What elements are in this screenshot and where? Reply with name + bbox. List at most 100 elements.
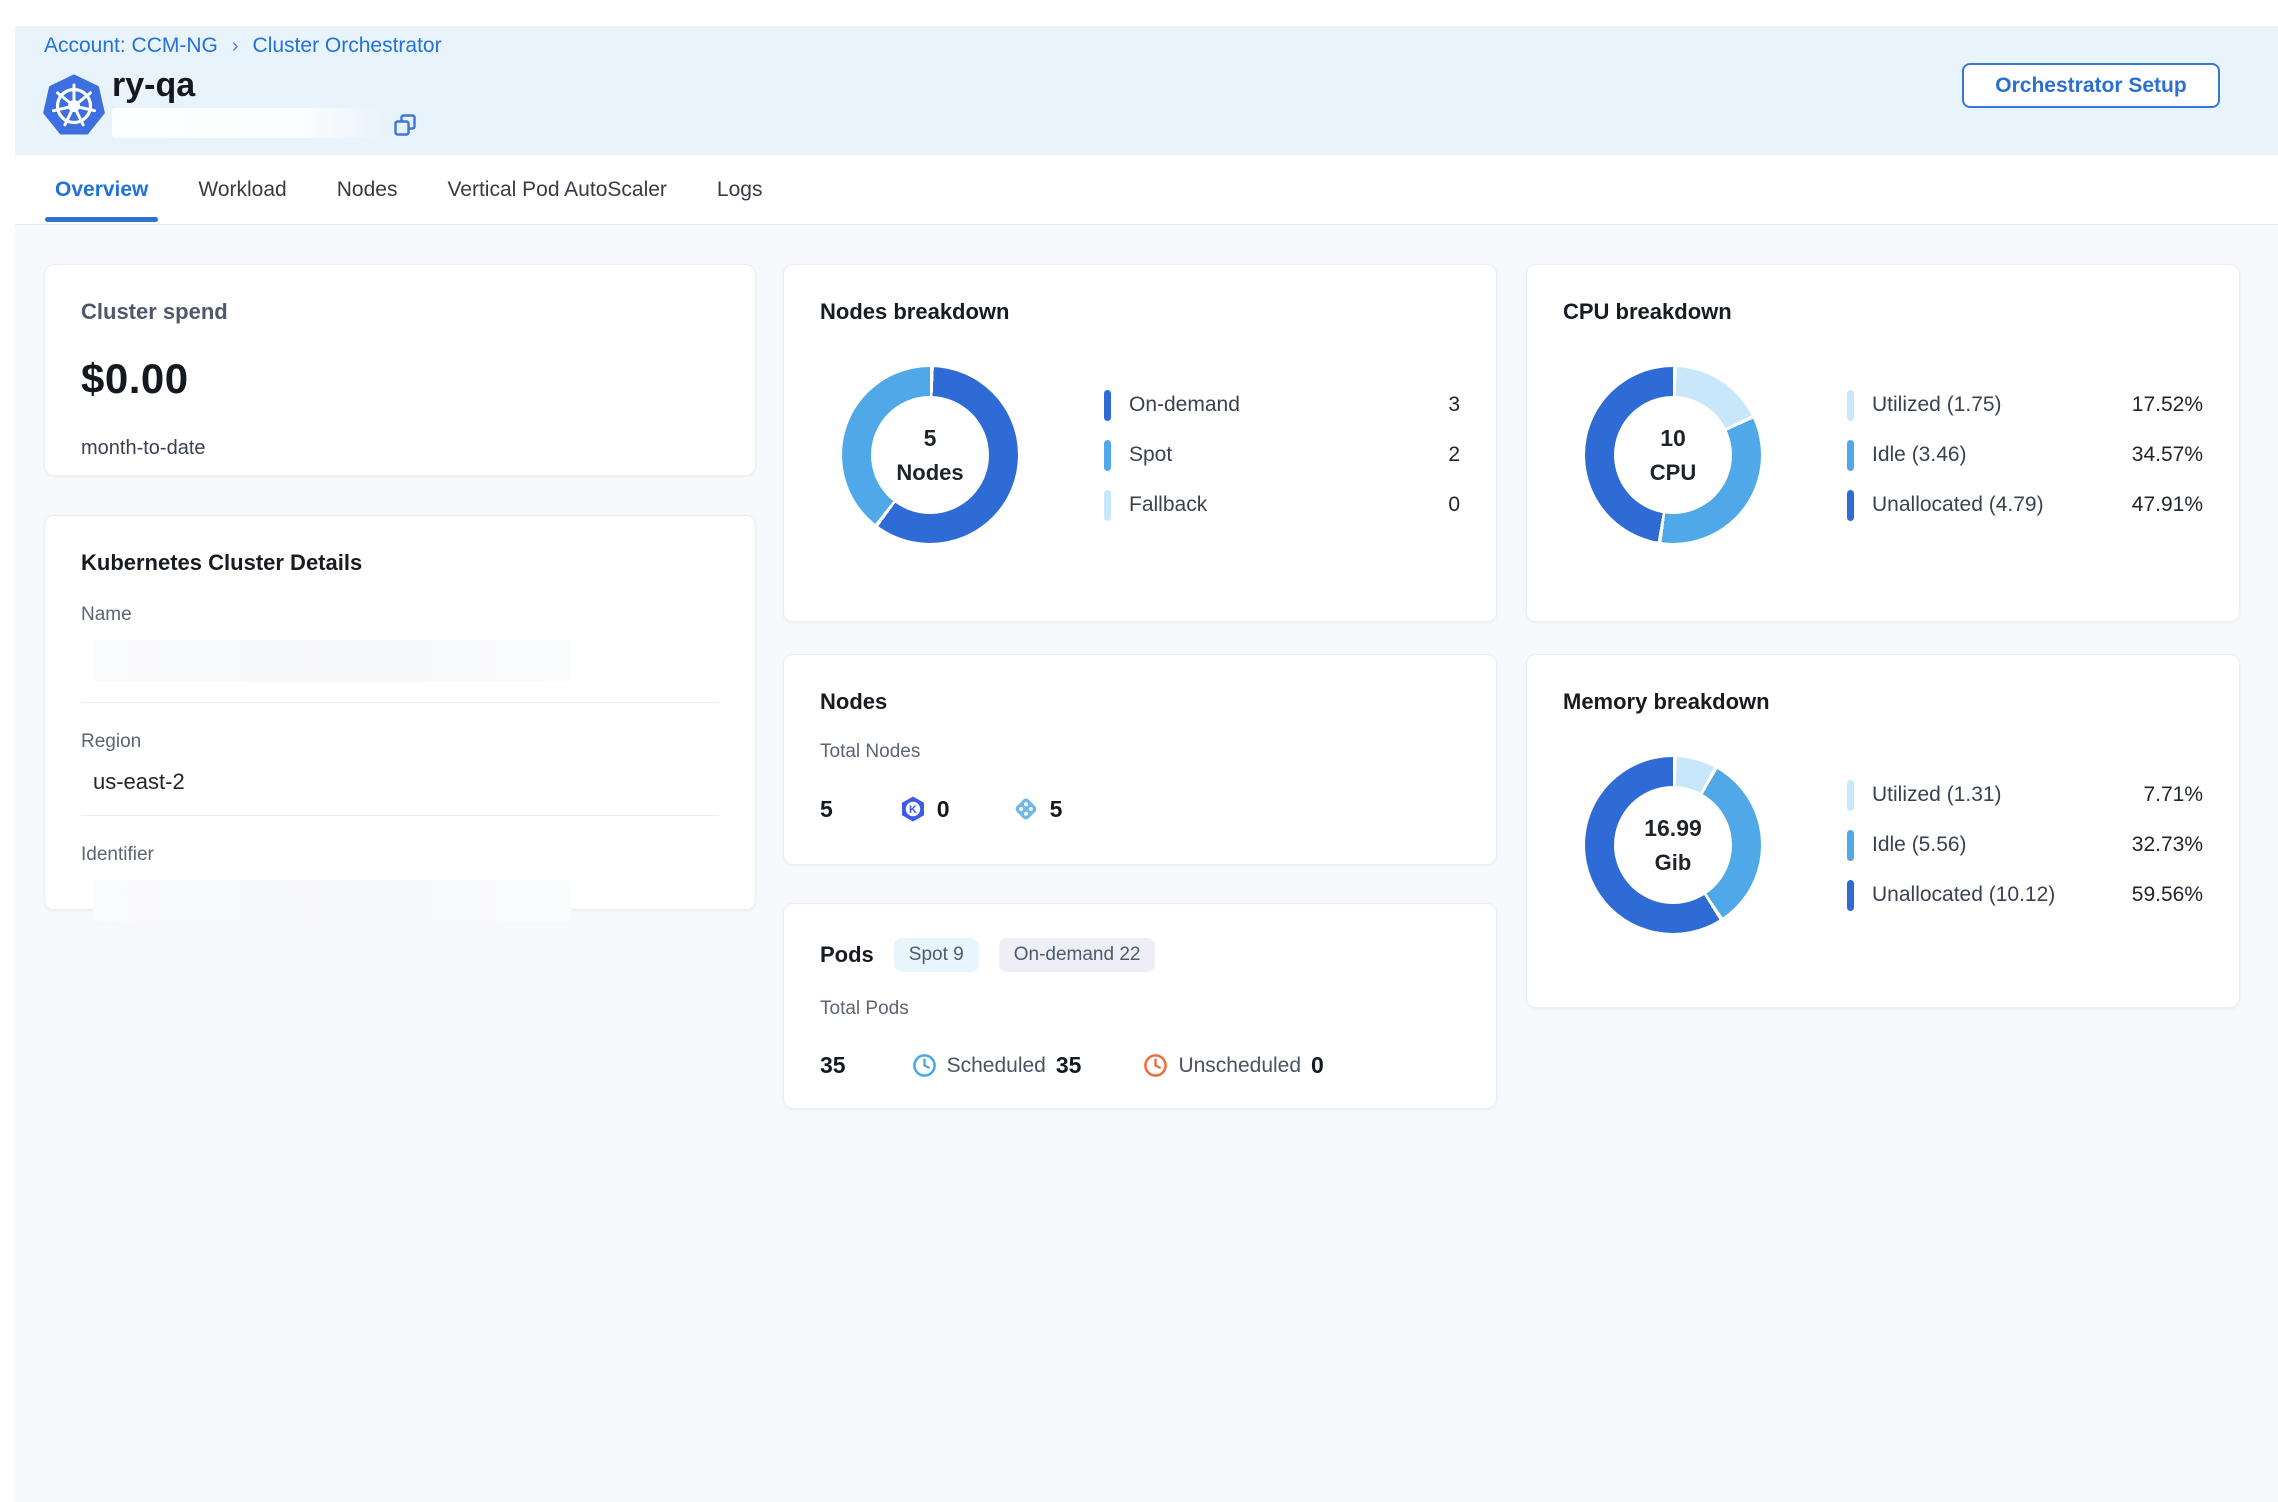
- legend-value: 7.71%: [2143, 783, 2203, 807]
- legend-label: Fallback: [1129, 493, 1207, 517]
- nodes-donut-chart: 5 Nodes: [842, 367, 1018, 543]
- legend-label: On-demand: [1129, 393, 1240, 417]
- legend-value: 32.73%: [2132, 833, 2203, 857]
- unscheduled-value: 0: [1311, 1052, 1324, 1079]
- nodes-breakdown-title: Nodes breakdown: [820, 299, 1460, 325]
- scheduled-pods-stat: Scheduled 35: [912, 1052, 1082, 1079]
- legend-marker: [1104, 390, 1111, 421]
- identifier-field-redacted: [93, 880, 571, 922]
- legend-item-utilized: Utilized (1.75) 17.52%: [1847, 390, 2203, 421]
- legend-label: Spot: [1129, 443, 1172, 467]
- page-header: Account: CCM-NG › Cluster Orchestrator r…: [15, 26, 2278, 155]
- legend-marker: [1104, 440, 1111, 471]
- tab-overview[interactable]: Overview: [55, 155, 148, 224]
- nodes-card-title: Nodes: [820, 689, 1460, 715]
- legend-marker: [1847, 780, 1854, 811]
- nodes-card: Nodes Total Nodes 5 K 0: [783, 654, 1497, 865]
- memory-donut-chart: 16.99 Gib: [1585, 757, 1761, 933]
- karpenter-nodes-stat: K 0: [899, 795, 950, 823]
- legend-marker: [1847, 880, 1854, 911]
- spot-pods-badge: Spot 9: [894, 938, 979, 972]
- memory-breakdown-legend: Utilized (1.31) 7.71% Idle (5.56) 32.73%…: [1847, 780, 2203, 911]
- scheduled-label: Scheduled: [947, 1054, 1046, 1078]
- legend-value: 34.57%: [2132, 443, 2203, 467]
- page-title: ry-qa: [112, 66, 195, 105]
- orchestrator-setup-button[interactable]: Orchestrator Setup: [1962, 63, 2220, 108]
- cpu-donut-chart: 10 CPU: [1585, 367, 1761, 543]
- total-pods-label: Total Pods: [820, 998, 1460, 1020]
- tab-bar: Overview Workload Nodes Vertical Pod Aut…: [15, 155, 2278, 225]
- divider: [81, 815, 719, 816]
- svg-text:K: K: [909, 804, 917, 816]
- unscheduled-label: Unscheduled: [1178, 1054, 1301, 1078]
- breadcrumb-account-link[interactable]: Account: CCM-NG: [44, 34, 218, 58]
- legend-marker: [1847, 390, 1854, 421]
- tab-workload[interactable]: Workload: [198, 155, 286, 224]
- total-pods-value: 35: [820, 1052, 846, 1079]
- legend-label: Unallocated (10.12): [1872, 883, 2055, 907]
- total-nodes-value: 5: [820, 796, 833, 823]
- legend-item-fallback: Fallback 0: [1104, 490, 1460, 521]
- cpu-breakdown-title: CPU breakdown: [1563, 299, 2203, 325]
- scheduled-clock-icon: [912, 1053, 937, 1078]
- legend-marker: [1847, 830, 1854, 861]
- legend-value: 17.52%: [2132, 393, 2203, 417]
- nodes-breakdown-legend: On-demand 3 Spot 2 Fallback 0: [1104, 390, 1460, 521]
- breadcrumb-separator-icon: ›: [232, 35, 239, 58]
- legend-label: Idle (5.56): [1872, 833, 1967, 857]
- legend-value: 0: [1448, 493, 1460, 517]
- autoscaler-nodes-value: 5: [1050, 796, 1063, 823]
- region-field-label: Region: [81, 731, 719, 753]
- legend-value: 2: [1448, 443, 1460, 467]
- cluster-orchestrator-page: Account: CCM-NG › Cluster Orchestrator r…: [0, 0, 2278, 1502]
- legend-item-idle: Idle (5.56) 32.73%: [1847, 830, 2203, 861]
- legend-label: Idle (3.46): [1872, 443, 1967, 467]
- legend-value: 47.91%: [2132, 493, 2203, 517]
- cluster-autoscaler-icon: [1012, 795, 1040, 823]
- legend-marker: [1847, 490, 1854, 521]
- donut-center-label: Gib: [1655, 850, 1692, 876]
- cluster-details-card: Kubernetes Cluster Details Name Region u…: [44, 515, 756, 910]
- cpu-breakdown-card: CPU breakdown 10 CPU Utilized (1.75) 17.…: [1526, 264, 2240, 622]
- legend-label: Utilized (1.31): [1872, 783, 2002, 807]
- legend-label: Unallocated (4.79): [1872, 493, 2044, 517]
- tab-logs[interactable]: Logs: [717, 155, 763, 224]
- tab-nodes[interactable]: Nodes: [337, 155, 398, 224]
- donut-center-value: 16.99: [1644, 815, 1702, 842]
- pods-card: Pods Spot 9 On-demand 22 Total Pods 35 S…: [783, 903, 1497, 1109]
- legend-marker: [1104, 490, 1111, 521]
- legend-item-spot: Spot 2: [1104, 440, 1460, 471]
- breadcrumb-section-link[interactable]: Cluster Orchestrator: [253, 34, 442, 58]
- divider: [81, 702, 719, 703]
- cluster-spend-amount: $0.00: [81, 355, 719, 403]
- unscheduled-pods-stat: Unscheduled 0: [1143, 1052, 1323, 1079]
- content-area: Cluster spend $0.00 month-to-date Kubern…: [15, 225, 2278, 1502]
- region-field-value: us-east-2: [93, 769, 719, 795]
- memory-breakdown-card: Memory breakdown 16.99 Gib Utilized (1.3…: [1526, 654, 2240, 1008]
- cluster-id-redacted: [112, 108, 384, 138]
- donut-center-label: CPU: [1650, 460, 1696, 486]
- tab-vertical-pod-autoscaler[interactable]: Vertical Pod AutoScaler: [447, 155, 666, 224]
- donut-center-label: Nodes: [896, 460, 963, 486]
- legend-item-unallocated: Unallocated (4.79) 47.91%: [1847, 490, 2203, 521]
- identifier-field-label: Identifier: [81, 844, 719, 866]
- legend-item-unallocated: Unallocated (10.12) 59.56%: [1847, 880, 2203, 911]
- kubernetes-icon: [42, 74, 106, 138]
- cluster-spend-period: month-to-date: [81, 437, 719, 460]
- cluster-spend-card: Cluster spend $0.00 month-to-date: [44, 264, 756, 476]
- total-nodes-label: Total Nodes: [820, 741, 1460, 763]
- legend-label: Utilized (1.75): [1872, 393, 2002, 417]
- cpu-breakdown-legend: Utilized (1.75) 17.52% Idle (3.46) 34.57…: [1847, 390, 2203, 521]
- nodes-breakdown-card: Nodes breakdown 5 Nodes On-demand 3: [783, 264, 1497, 622]
- copy-icon[interactable]: [392, 112, 418, 138]
- legend-value: 59.56%: [2132, 883, 2203, 907]
- donut-center-value: 5: [924, 425, 937, 452]
- cluster-spend-title: Cluster spend: [81, 299, 719, 325]
- karpenter-nodes-value: 0: [937, 796, 950, 823]
- scheduled-value: 35: [1056, 1052, 1082, 1079]
- breadcrumb: Account: CCM-NG › Cluster Orchestrator: [44, 34, 442, 58]
- cluster-details-title: Kubernetes Cluster Details: [81, 550, 719, 576]
- on-demand-pods-badge: On-demand 22: [999, 938, 1156, 972]
- name-field-label: Name: [81, 604, 719, 626]
- legend-value: 3: [1448, 393, 1460, 417]
